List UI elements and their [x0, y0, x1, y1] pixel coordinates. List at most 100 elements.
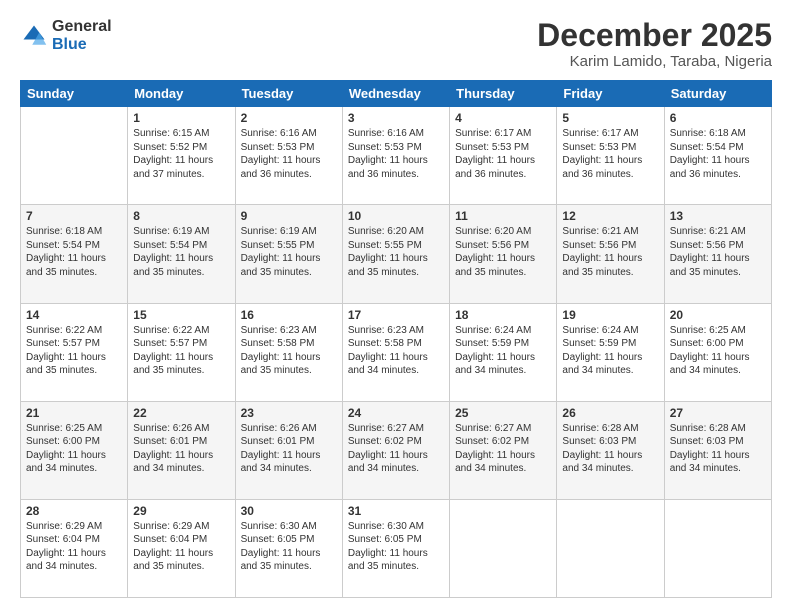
week-row-0: 1 Sunrise: 6:15 AM Sunset: 5:52 PM Dayli…	[21, 107, 772, 205]
cell-sunset: Sunset: 5:55 PM	[348, 240, 422, 251]
day-number: 21	[26, 406, 122, 420]
header-tuesday: Tuesday	[235, 81, 342, 107]
cell-sunrise: Sunrise: 6:17 AM	[562, 128, 638, 139]
cell-4-1: 29 Sunrise: 6:29 AM Sunset: 6:04 PM Dayl…	[128, 499, 235, 597]
cell-sunrise: Sunrise: 6:16 AM	[241, 128, 317, 139]
cell-0-3: 3 Sunrise: 6:16 AM Sunset: 5:53 PM Dayli…	[342, 107, 449, 205]
cell-sunset: Sunset: 5:59 PM	[455, 338, 529, 349]
day-number: 20	[670, 308, 766, 322]
cell-sunset: Sunset: 5:53 PM	[562, 142, 636, 153]
header-sunday: Sunday	[21, 81, 128, 107]
cell-sunrise: Sunrise: 6:26 AM	[241, 423, 317, 434]
cell-2-4: 18 Sunrise: 6:24 AM Sunset: 5:59 PM Dayl…	[450, 303, 557, 401]
cell-sunrise: Sunrise: 6:20 AM	[348, 226, 424, 237]
day-number: 19	[562, 308, 658, 322]
cell-0-0	[21, 107, 128, 205]
day-number: 29	[133, 504, 229, 518]
cell-sunrise: Sunrise: 6:23 AM	[348, 325, 424, 336]
day-number: 10	[348, 209, 444, 223]
cell-daylight: Daylight: 11 hours and 35 minutes.	[348, 253, 428, 278]
logo-icon	[20, 22, 48, 50]
day-number: 30	[241, 504, 337, 518]
cell-sunset: Sunset: 6:05 PM	[348, 534, 422, 545]
cell-sunrise: Sunrise: 6:30 AM	[348, 521, 424, 532]
cell-3-3: 24 Sunrise: 6:27 AM Sunset: 6:02 PM Dayl…	[342, 401, 449, 499]
day-number: 12	[562, 209, 658, 223]
cell-daylight: Daylight: 11 hours and 35 minutes.	[133, 352, 213, 377]
day-number: 18	[455, 308, 551, 322]
cell-sunrise: Sunrise: 6:20 AM	[455, 226, 531, 237]
day-number: 13	[670, 209, 766, 223]
cell-sunset: Sunset: 5:57 PM	[26, 338, 100, 349]
cell-sunrise: Sunrise: 6:27 AM	[348, 423, 424, 434]
day-number: 23	[241, 406, 337, 420]
cell-sunrise: Sunrise: 6:21 AM	[562, 226, 638, 237]
day-number: 9	[241, 209, 337, 223]
cell-daylight: Daylight: 11 hours and 34 minutes.	[348, 352, 428, 377]
cell-daylight: Daylight: 11 hours and 36 minutes.	[455, 155, 535, 180]
cell-sunset: Sunset: 6:03 PM	[562, 436, 636, 447]
cell-daylight: Daylight: 11 hours and 35 minutes.	[133, 253, 213, 278]
cell-1-6: 13 Sunrise: 6:21 AM Sunset: 5:56 PM Dayl…	[664, 205, 771, 303]
cell-sunset: Sunset: 5:58 PM	[348, 338, 422, 349]
cell-1-3: 10 Sunrise: 6:20 AM Sunset: 5:55 PM Dayl…	[342, 205, 449, 303]
cell-3-0: 21 Sunrise: 6:25 AM Sunset: 6:00 PM Dayl…	[21, 401, 128, 499]
cell-sunrise: Sunrise: 6:26 AM	[133, 423, 209, 434]
cell-daylight: Daylight: 11 hours and 34 minutes.	[670, 450, 750, 475]
week-row-1: 7 Sunrise: 6:18 AM Sunset: 5:54 PM Dayli…	[21, 205, 772, 303]
cell-sunset: Sunset: 6:00 PM	[670, 338, 744, 349]
day-number: 1	[133, 111, 229, 125]
cell-sunrise: Sunrise: 6:16 AM	[348, 128, 424, 139]
cell-3-6: 27 Sunrise: 6:28 AM Sunset: 6:03 PM Dayl…	[664, 401, 771, 499]
cell-daylight: Daylight: 11 hours and 36 minutes.	[562, 155, 642, 180]
cell-2-5: 19 Sunrise: 6:24 AM Sunset: 5:59 PM Dayl…	[557, 303, 664, 401]
cell-sunset: Sunset: 5:53 PM	[241, 142, 315, 153]
day-number: 25	[455, 406, 551, 420]
cell-sunset: Sunset: 6:01 PM	[241, 436, 315, 447]
week-row-2: 14 Sunrise: 6:22 AM Sunset: 5:57 PM Dayl…	[21, 303, 772, 401]
cell-daylight: Daylight: 11 hours and 34 minutes.	[562, 352, 642, 377]
cell-sunset: Sunset: 5:52 PM	[133, 142, 207, 153]
cell-3-4: 25 Sunrise: 6:27 AM Sunset: 6:02 PM Dayl…	[450, 401, 557, 499]
cell-4-5	[557, 499, 664, 597]
header: General Blue December 2025 Karim Lamido,…	[20, 18, 772, 70]
cell-2-3: 17 Sunrise: 6:23 AM Sunset: 5:58 PM Dayl…	[342, 303, 449, 401]
cell-sunrise: Sunrise: 6:19 AM	[133, 226, 209, 237]
cell-sunrise: Sunrise: 6:27 AM	[455, 423, 531, 434]
logo: General Blue	[20, 18, 112, 53]
cell-daylight: Daylight: 11 hours and 35 minutes.	[562, 253, 642, 278]
day-number: 17	[348, 308, 444, 322]
cell-sunset: Sunset: 5:57 PM	[133, 338, 207, 349]
day-number: 15	[133, 308, 229, 322]
cell-0-1: 1 Sunrise: 6:15 AM Sunset: 5:52 PM Dayli…	[128, 107, 235, 205]
header-saturday: Saturday	[664, 81, 771, 107]
cell-daylight: Daylight: 11 hours and 35 minutes.	[26, 352, 106, 377]
cell-daylight: Daylight: 11 hours and 35 minutes.	[348, 548, 428, 573]
cell-sunrise: Sunrise: 6:28 AM	[562, 423, 638, 434]
cell-2-6: 20 Sunrise: 6:25 AM Sunset: 6:00 PM Dayl…	[664, 303, 771, 401]
cell-sunset: Sunset: 5:56 PM	[562, 240, 636, 251]
cell-sunset: Sunset: 5:54 PM	[26, 240, 100, 251]
page: General Blue December 2025 Karim Lamido,…	[0, 0, 792, 612]
logo-general-text: General	[52, 18, 112, 36]
cell-sunrise: Sunrise: 6:22 AM	[133, 325, 209, 336]
cell-daylight: Daylight: 11 hours and 34 minutes.	[670, 352, 750, 377]
cell-sunrise: Sunrise: 6:18 AM	[670, 128, 746, 139]
cell-sunrise: Sunrise: 6:17 AM	[455, 128, 531, 139]
day-number: 11	[455, 209, 551, 223]
cell-4-4	[450, 499, 557, 597]
day-number: 16	[241, 308, 337, 322]
week-row-3: 21 Sunrise: 6:25 AM Sunset: 6:00 PM Dayl…	[21, 401, 772, 499]
main-title: December 2025	[537, 18, 772, 53]
day-number: 24	[348, 406, 444, 420]
cell-sunrise: Sunrise: 6:24 AM	[562, 325, 638, 336]
cell-daylight: Daylight: 11 hours and 35 minutes.	[241, 352, 321, 377]
cell-daylight: Daylight: 11 hours and 34 minutes.	[241, 450, 321, 475]
cell-2-1: 15 Sunrise: 6:22 AM Sunset: 5:57 PM Dayl…	[128, 303, 235, 401]
cell-sunrise: Sunrise: 6:19 AM	[241, 226, 317, 237]
day-number: 28	[26, 504, 122, 518]
cell-1-5: 12 Sunrise: 6:21 AM Sunset: 5:56 PM Dayl…	[557, 205, 664, 303]
cell-daylight: Daylight: 11 hours and 36 minutes.	[241, 155, 321, 180]
cell-sunset: Sunset: 6:03 PM	[670, 436, 744, 447]
cell-sunset: Sunset: 5:56 PM	[455, 240, 529, 251]
